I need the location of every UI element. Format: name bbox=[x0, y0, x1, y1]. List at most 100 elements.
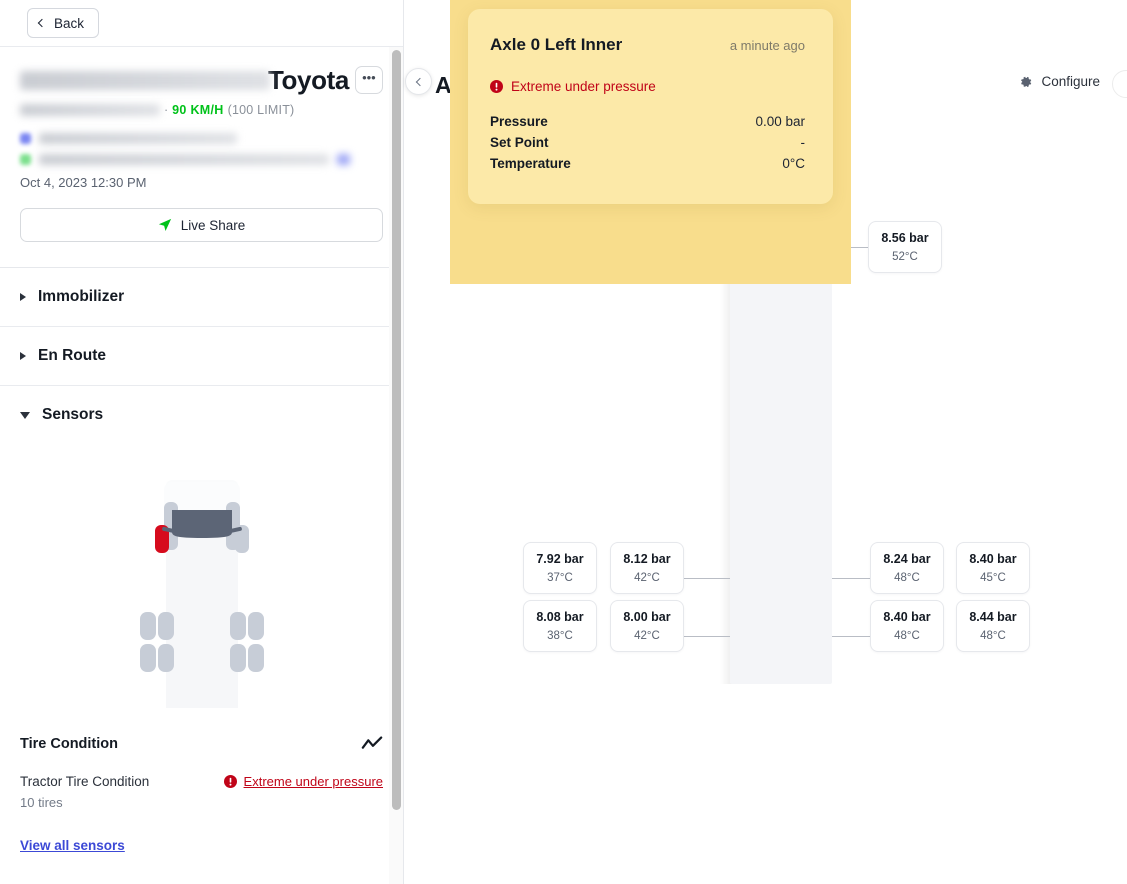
popup-alert-label: Extreme under pressure bbox=[511, 79, 656, 94]
popup-row: Pressure 0.00 bar bbox=[490, 114, 805, 129]
section-label-sensors: Sensors bbox=[42, 406, 104, 423]
chevron-right-icon bbox=[20, 293, 26, 301]
tire-connector-line bbox=[832, 247, 868, 248]
tire-temperature-value: 48°C bbox=[980, 630, 1006, 642]
sidebar-scrollbar-thumb[interactable] bbox=[391, 50, 401, 810]
tire-connector-line bbox=[832, 636, 870, 637]
tire-card-axle0-left-inner[interactable]: 0.00 bar 0°C bbox=[607, 221, 681, 273]
asset-header: Toyota ••• · 90 KM/H (100 LIMIT) bbox=[0, 47, 403, 117]
redacted-location-secondary bbox=[39, 154, 329, 165]
tire-connector-line bbox=[684, 636, 730, 637]
alert-circle-icon bbox=[223, 775, 237, 788]
truck-trailer-body bbox=[730, 218, 832, 684]
truck-top-view-icon bbox=[139, 480, 264, 708]
tire-pressure-value: 8.08 bar bbox=[536, 610, 584, 624]
configure-button[interactable]: Configure bbox=[1019, 74, 1100, 89]
speed-separator: · bbox=[164, 103, 169, 117]
navigation-arrow-icon bbox=[158, 218, 171, 231]
popup-title: Axle 0 Left Inner bbox=[490, 35, 623, 54]
alert-circle-icon bbox=[490, 80, 503, 93]
trend-chart-icon[interactable] bbox=[361, 736, 383, 752]
tire-temperature-value: 48°C bbox=[894, 630, 920, 642]
tire-temperature-value: 0°C bbox=[634, 251, 654, 263]
asset-timestamp: Oct 4, 2023 12:30 PM bbox=[20, 175, 147, 190]
asset-title-row: Toyota ••• bbox=[20, 63, 383, 97]
tire-pressure-value: 7.92 bar bbox=[536, 552, 584, 566]
tire-pressure-value: 8.12 bar bbox=[623, 552, 671, 566]
app-root: Back Toyota ••• · 90 KM/H (100 LIMIT) Oc… bbox=[0, 0, 1127, 884]
tire-card-axle1-right-inner[interactable]: 8.24 bar 48°C bbox=[870, 542, 944, 594]
sidebar-section-en-route[interactable]: En Route bbox=[0, 327, 403, 386]
popup-row-key: Pressure bbox=[490, 114, 548, 129]
back-button-label: Back bbox=[54, 15, 85, 31]
tire-temperature-value: 42°C bbox=[634, 630, 660, 642]
redacted-location-badge bbox=[337, 154, 350, 165]
popup-row-value: 0.00 bar bbox=[755, 114, 805, 129]
configure-label: Configure bbox=[1041, 74, 1100, 89]
speed-value: 90 KM/H bbox=[172, 103, 224, 117]
live-share-label: Live Share bbox=[180, 217, 246, 233]
popup-row-key: Temperature bbox=[490, 156, 571, 171]
tire-pressure-value: 0.00 bar bbox=[620, 231, 668, 245]
asset-name: Toyota bbox=[268, 65, 349, 95]
tire-card-axle1-left-outer[interactable]: 7.92 bar 37°C bbox=[523, 542, 597, 594]
chevron-down-icon bbox=[20, 411, 30, 419]
tire-condition-status[interactable]: Extreme under pressure bbox=[223, 774, 383, 789]
tire-condition-row-name: Tractor Tire Condition bbox=[20, 774, 150, 789]
redacted-asset-id bbox=[20, 70, 270, 90]
back-button[interactable]: Back bbox=[27, 8, 100, 38]
sidebar-section-immobilizer[interactable]: Immobilizer bbox=[0, 268, 403, 327]
tire-pressure-value: 8.24 bar bbox=[883, 552, 931, 566]
asset-speed-row: · 90 KM/H (100 LIMIT) bbox=[20, 103, 383, 117]
tire-card-axle2-left-inner[interactable]: 8.00 bar 42°C bbox=[610, 600, 684, 652]
tire-condition-panel: Tire Condition Tractor Tire Condition 10… bbox=[0, 732, 403, 855]
tire-temperature-value: 48°C bbox=[894, 572, 920, 584]
tire-pressure-value: 8.44 bar bbox=[969, 610, 1017, 624]
tire-connector-line bbox=[832, 578, 870, 579]
tire-connector-line bbox=[684, 247, 730, 248]
tire-temperature-value: 45°C bbox=[980, 572, 1006, 584]
location-pin-icon bbox=[20, 133, 31, 144]
chevron-left-icon bbox=[37, 18, 47, 27]
sidebar-body: Toyota ••• · 90 KM/H (100 LIMIT) Oct 4, … bbox=[0, 47, 403, 855]
tire-card-axle2-left-outer[interactable]: 8.08 bar 38°C bbox=[523, 600, 597, 652]
tire-card-axle1-right-outer[interactable]: 8.40 bar 45°C bbox=[956, 542, 1030, 594]
tire-pressure-value: 8.40 bar bbox=[969, 552, 1017, 566]
tire-pressure-value: 8.00 bar bbox=[623, 610, 671, 624]
popup-row-value: 0°C bbox=[782, 156, 805, 171]
tire-card-axle2-right-inner[interactable]: 8.40 bar 48°C bbox=[870, 600, 944, 652]
sidebar-topbar: Back bbox=[0, 0, 403, 47]
section-label-en-route: En Route bbox=[38, 347, 107, 364]
tire-condition-row-sub: 10 tires bbox=[20, 795, 63, 810]
location-secondary-row bbox=[20, 154, 383, 165]
tire-pressure-value: 8.40 bar bbox=[883, 610, 931, 624]
sidebar-section-sensors[interactable]: Sensors bbox=[0, 386, 403, 444]
gear-icon bbox=[1021, 76, 1032, 87]
tire-condition-status-label: Extreme under pressure bbox=[243, 774, 383, 789]
chevron-right-icon bbox=[20, 352, 26, 360]
speed-limit: (100 LIMIT) bbox=[227, 103, 295, 117]
geofence-icon bbox=[20, 154, 31, 165]
popup-row: Set Point - bbox=[490, 135, 805, 150]
popup-row-value: - bbox=[800, 135, 806, 150]
chevron-left-icon bbox=[415, 77, 424, 86]
tire-card-axle1-left-inner[interactable]: 8.12 bar 42°C bbox=[610, 542, 684, 594]
tire-temperature-value: 37°C bbox=[547, 572, 573, 584]
tire-temperature-value: 38°C bbox=[547, 630, 573, 642]
section-label-immobilizer: Immobilizer bbox=[38, 288, 125, 305]
popup-row: Temperature 0°C bbox=[490, 156, 805, 171]
tire-pressure-value: 8.56 bar bbox=[881, 231, 929, 245]
sidebar-truck-diagram[interactable] bbox=[0, 444, 403, 732]
asset-sidebar: Back Toyota ••• · 90 KM/H (100 LIMIT) Oc… bbox=[0, 0, 404, 884]
tire-temperature-value: 52°C bbox=[892, 251, 918, 263]
tire-card-axle2-right-outer[interactable]: 8.44 bar 48°C bbox=[956, 600, 1030, 652]
popup-detail-rows: Pressure 0.00 bar Set Point - Temperature 0°C bbox=[490, 114, 805, 171]
view-all-sensors-link[interactable]: View all sensors bbox=[20, 838, 125, 853]
live-share-button[interactable]: Live Share bbox=[20, 208, 383, 242]
asset-location-block: Oct 4, 2023 12:30 PM bbox=[0, 117, 403, 190]
tire-card-axle0-right-inner[interactable]: 8.56 bar 52°C bbox=[868, 221, 942, 273]
collapse-sidebar-button[interactable] bbox=[405, 68, 432, 95]
redacted-location-primary bbox=[39, 133, 237, 144]
tire-detail-popup: Axle 0 Left Inner a minute ago Extreme u… bbox=[468, 9, 833, 204]
asset-menu-button[interactable]: ••• bbox=[354, 66, 383, 94]
